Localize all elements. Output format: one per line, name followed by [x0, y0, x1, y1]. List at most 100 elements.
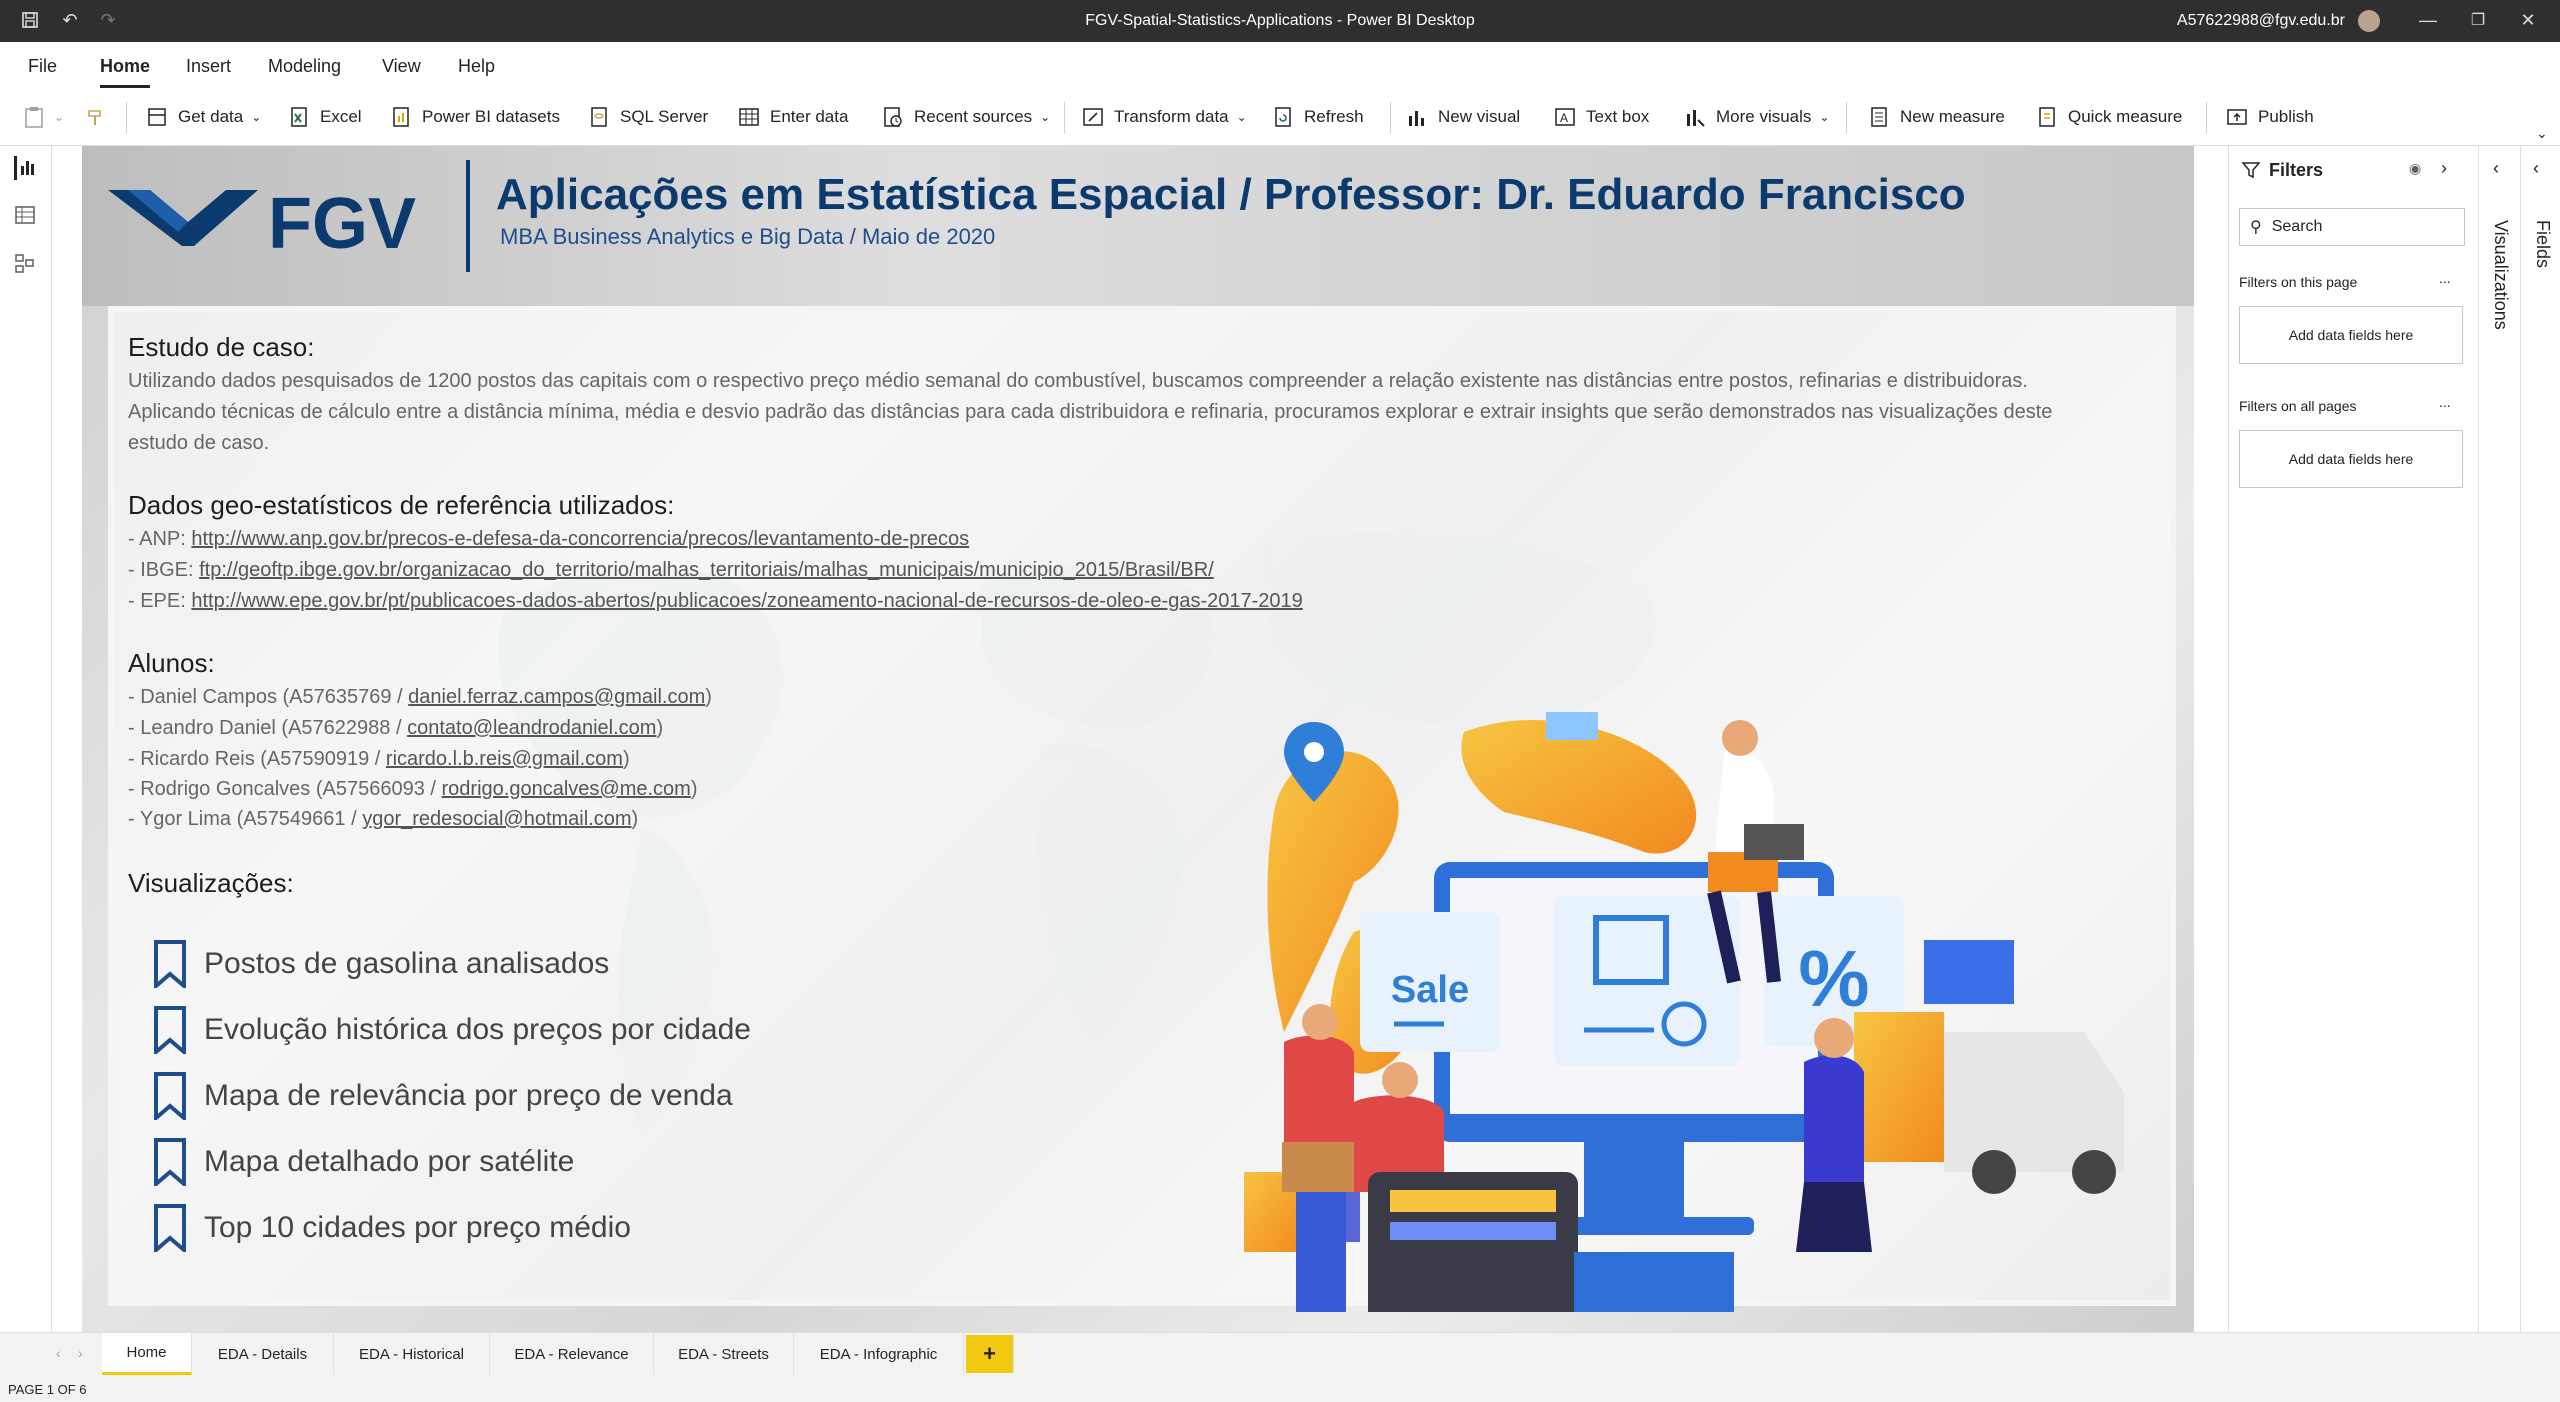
source-epe-link[interactable]: http://www.epe.gov.br/pt/publicacoes-dad… — [191, 590, 1302, 612]
filters-all-pages-label: Filters on all pages — [2239, 398, 2357, 414]
sql-server-button[interactable]: SQL Server — [588, 102, 708, 132]
excel-button[interactable]: Excel — [288, 102, 362, 132]
menu-view[interactable]: View — [382, 56, 421, 77]
all-pages-filter-well[interactable]: Add data fields here — [2239, 430, 2463, 488]
tab-eda-infographic[interactable]: EDA - Infographic — [794, 1333, 964, 1375]
recent-sources-button[interactable]: Recent sources ⌄ — [882, 102, 1050, 132]
filter-icon — [2241, 160, 2261, 180]
svg-text:FGV: FGV — [268, 184, 416, 262]
students-heading: Alunos: — [128, 648, 215, 678]
restore-icon[interactable]: ❐ — [2466, 8, 2490, 32]
report-view-icon[interactable] — [14, 156, 38, 180]
menu-modeling[interactable]: Modeling — [268, 56, 341, 77]
page-tabs: ‹ › Home EDA - Details EDA - Historical … — [0, 1332, 2560, 1376]
data-heading: Dados geo-estatísticos de referência uti… — [128, 490, 675, 520]
student-email-link[interactable]: contato@leandrodaniel.com — [407, 717, 656, 739]
student-email-link[interactable]: ygor_redesocial@hotmail.com — [362, 808, 631, 830]
viz-link-top10[interactable]: Top 10 cidades por preço médio — [152, 1202, 631, 1254]
case-line-3: estudo de caso. — [128, 432, 270, 454]
add-page-button[interactable]: + — [966, 1335, 1014, 1373]
ecommerce-illustration: Sale % — [1244, 712, 2124, 1312]
report-canvas: FGV Aplicações em Estatística Espacial /… — [82, 146, 2194, 1332]
publish-button[interactable]: Publish — [2226, 102, 2314, 132]
viz-link-historico[interactable]: Evolução histórica dos preços por cidade — [152, 1004, 751, 1056]
visualizations-label[interactable]: Visualizations — [2490, 220, 2511, 330]
page-filter-well[interactable]: Add data fields here — [2239, 306, 2463, 364]
fgv-logo: FGV — [108, 184, 416, 262]
viz-link-relevancia[interactable]: Mapa de relevância por preço de venda — [152, 1070, 733, 1122]
sql-icon — [588, 106, 610, 128]
close-icon[interactable]: ✕ — [2516, 8, 2540, 32]
tab-home[interactable]: Home — [102, 1333, 192, 1375]
new-visual-button[interactable]: New visual — [1406, 102, 1520, 132]
expand-visualizations-icon[interactable]: ‹ — [2493, 158, 2499, 179]
get-data-button[interactable]: Get data ⌄ — [146, 102, 261, 132]
menu-file[interactable]: File — [28, 56, 57, 77]
tab-eda-streets[interactable]: EDA - Streets — [654, 1333, 794, 1375]
report-subtitle: MBA Business Analytics e Big Data / Maio… — [500, 224, 996, 249]
quick-measure-button[interactable]: Quick measure — [2036, 102, 2182, 132]
format-painter-icon[interactable] — [86, 102, 108, 132]
publish-icon — [2226, 106, 2248, 128]
bookmark-icon — [154, 1204, 186, 1252]
visualizations-pane-collapsed[interactable]: ‹ Visualizations — [2478, 146, 2520, 1332]
enter-data-button[interactable]: Enter data — [738, 102, 848, 132]
svg-text:Sale: Sale — [1391, 969, 1469, 1011]
more-visuals-button[interactable]: More visuals ⌄ — [1684, 102, 1829, 132]
svg-text:%: % — [1798, 934, 1869, 1023]
menu-insert[interactable]: Insert — [186, 56, 231, 77]
source-anp: - ANP: http://www.anp.gov.br/precos-e-de… — [128, 528, 970, 550]
source-ibge: - IBGE: ftp://geoftp.ibge.gov.br/organiz… — [128, 559, 1214, 581]
collapse-filters-icon[interactable]: › — [2441, 158, 2447, 179]
source-anp-link[interactable]: http://www.anp.gov.br/precos-e-defesa-da… — [191, 528, 969, 550]
title-bar: ↶ ↷ FGV-Spatial-Statistics-Applications … — [0, 0, 2560, 42]
prev-page-icon[interactable]: ‹ — [56, 1345, 61, 1361]
next-page-icon[interactable]: › — [78, 1345, 83, 1361]
refresh-icon — [1272, 106, 1294, 128]
model-view-icon[interactable] — [14, 252, 38, 276]
expand-fields-icon[interactable]: ‹ — [2533, 158, 2539, 179]
user-account[interactable]: A57622988@fgv.edu.br — [2177, 12, 2345, 30]
calculator-icon — [1868, 106, 1890, 128]
case-heading: Estudo de caso: — [128, 332, 315, 362]
chart-icon — [1406, 106, 1428, 128]
menu-help[interactable]: Help — [458, 56, 495, 77]
excel-icon — [288, 106, 310, 128]
avatar[interactable] — [2358, 10, 2380, 32]
new-measure-button[interactable]: New measure — [1868, 102, 2005, 132]
case-line-1: Utilizando dados pesquisados de 1200 pos… — [128, 370, 2028, 392]
clock-icon — [882, 106, 904, 128]
tab-eda-details[interactable]: EDA - Details — [192, 1333, 334, 1375]
paste-button[interactable]: ⌄ — [22, 102, 64, 132]
svg-text:A: A — [1560, 111, 1568, 125]
minimize-icon[interactable]: — — [2416, 8, 2440, 32]
pbi-datasets-button[interactable]: Power BI datasets — [390, 102, 560, 132]
fields-pane-collapsed[interactable]: ‹ Fields — [2520, 146, 2560, 1332]
transform-data-button[interactable]: Transform data ⌄ — [1082, 102, 1247, 132]
viz-link-postos[interactable]: Postos de gasolina analisados — [152, 938, 609, 990]
more-visuals-icon — [1684, 106, 1706, 128]
refresh-button[interactable]: Refresh — [1272, 102, 1364, 132]
fields-label[interactable]: Fields — [2532, 220, 2553, 268]
student-email-link[interactable]: daniel.ferraz.campos@gmail.com — [408, 686, 705, 708]
tab-eda-relevance[interactable]: EDA - Relevance — [490, 1333, 654, 1375]
more-options-icon[interactable]: ... — [2439, 270, 2451, 286]
tab-eda-historical[interactable]: EDA - Historical — [334, 1333, 490, 1375]
text-box-button[interactable]: A Text box — [1554, 102, 1649, 132]
menu-home[interactable]: Home — [100, 56, 151, 88]
eye-icon[interactable]: ◉ — [2409, 160, 2421, 177]
database-icon — [146, 106, 168, 128]
student-email-link[interactable]: rodrigo.goncalves@me.com — [442, 778, 691, 800]
more-options-icon[interactable]: ... — [2439, 394, 2451, 410]
student-email-link[interactable]: ricardo.l.b.reis@gmail.com — [386, 748, 623, 770]
source-ibge-link[interactable]: ftp://geoftp.ibge.gov.br/organizacao_do_… — [199, 559, 1214, 581]
ribbon-collapse-icon[interactable]: ⌄ — [2536, 118, 2548, 148]
search-icon: ⚲ — [2250, 219, 2262, 236]
filter-search-input[interactable]: ⚲ Search — [2239, 208, 2465, 246]
filters-on-page-label: Filters on this page — [2239, 274, 2358, 290]
viz-link-satelite[interactable]: Mapa detalhado por satélite — [152, 1136, 574, 1188]
filters-title: Filters — [2269, 160, 2324, 180]
viz-heading: Visualizações: — [128, 868, 294, 898]
content-panel: Estudo de caso: Utilizando dados pesquis… — [108, 306, 2176, 1312]
data-view-icon[interactable] — [14, 204, 38, 228]
